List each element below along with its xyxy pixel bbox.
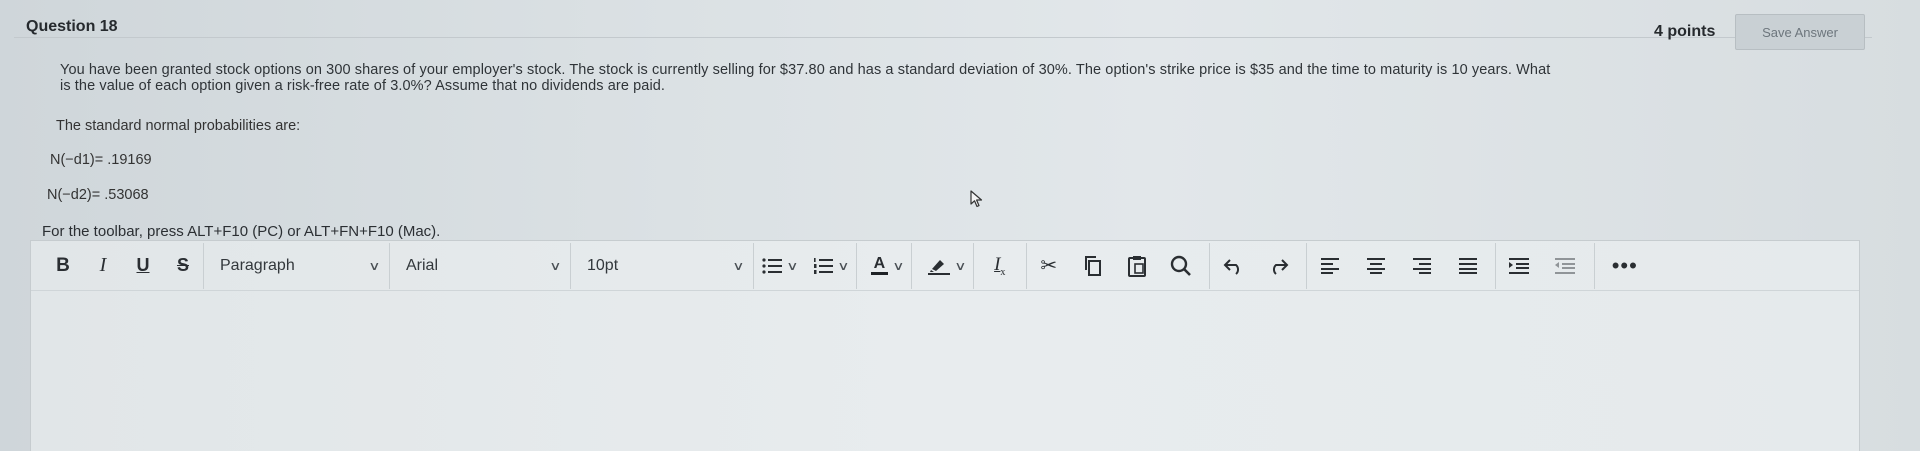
italic-button[interactable]: I	[83, 249, 123, 283]
answer-editor[interactable]: B I U S Paragraph ∨ Arial ∨ 10pt ∨ ∨ ∨ A…	[30, 240, 1860, 451]
paste-button[interactable]	[1115, 249, 1159, 283]
underline-button[interactable]: U	[123, 249, 163, 283]
toolbar-hint: For the toolbar, press ALT+F10 (PC) or A…	[42, 223, 441, 240]
indent-button[interactable]	[1496, 249, 1542, 283]
align-center-icon	[1366, 257, 1385, 274]
chevron-down-icon: ∨	[837, 258, 850, 273]
redo-button[interactable]	[1256, 249, 1302, 283]
bold-icon: B	[56, 254, 70, 276]
underline-icon: U	[136, 255, 150, 275]
copy-icon	[1084, 255, 1101, 276]
align-right-button[interactable]	[1399, 249, 1445, 283]
question-text: You have been granted stock options on 3…	[60, 62, 1840, 94]
chevron-down-icon: ∨	[549, 258, 562, 273]
clear-format-icon: Ix	[994, 253, 1006, 278]
font-size-label: 10pt	[587, 256, 619, 274]
more-icon: •••	[1611, 252, 1638, 278]
paragraph-label: Paragraph	[220, 256, 295, 274]
text-color-button[interactable]: A ∨	[857, 243, 911, 289]
outdent-icon	[1554, 257, 1575, 274]
paste-icon	[1127, 255, 1146, 277]
n-d2-value: N(−d2)= .53068	[47, 187, 149, 203]
chevron-down-icon: ∨	[732, 258, 745, 273]
align-center-button[interactable]	[1353, 249, 1399, 283]
outdent-button[interactable]	[1542, 249, 1588, 283]
chevron-down-icon: ∨	[892, 258, 905, 273]
copy-button[interactable]	[1071, 249, 1115, 283]
question-header: Question 18 4 points	[14, 14, 1872, 40]
align-right-icon	[1412, 257, 1431, 274]
font-family-dropdown[interactable]: Arial ∨	[390, 243, 570, 289]
align-left-icon	[1320, 257, 1339, 274]
strikethrough-icon: S	[176, 255, 189, 275]
chevron-down-icon: ∨	[368, 258, 381, 273]
mouse-cursor-icon	[970, 190, 983, 208]
question-title: Question 18	[26, 18, 118, 35]
align-left-button[interactable]	[1307, 249, 1353, 283]
highlight-icon	[927, 259, 950, 275]
question-text-line-1: You have been granted stock options on 3…	[60, 62, 1551, 78]
text-color-icon: A	[870, 256, 889, 275]
clear-format-button[interactable]: Ix	[974, 249, 1026, 283]
numbered-list-button[interactable]: ∨	[805, 243, 856, 289]
bold-button[interactable]: B	[43, 249, 83, 283]
bullet-list-icon	[762, 257, 782, 274]
question-points: 4 points	[1654, 23, 1716, 40]
undo-button[interactable]	[1210, 249, 1256, 283]
cut-button[interactable]: ✂	[1027, 249, 1071, 283]
chevron-down-icon: ∨	[786, 258, 799, 273]
n-d1-value: N(−d1)= .19169	[50, 152, 152, 168]
font-size-dropdown[interactable]: 10pt ∨	[571, 243, 753, 289]
numbered-list-icon	[813, 257, 833, 274]
more-options-button[interactable]: •••	[1595, 249, 1655, 283]
editor-toolbar: B I U S Paragraph ∨ Arial ∨ 10pt ∨ ∨ ∨ A…	[31, 241, 1859, 291]
paragraph-dropdown[interactable]: Paragraph ∨	[204, 243, 389, 289]
highlight-color-button[interactable]: ∨	[912, 243, 973, 289]
chevron-down-icon: ∨	[954, 258, 967, 273]
redo-icon	[1272, 258, 1289, 275]
question-text-line-2: is the value of each option given a risk…	[60, 78, 666, 94]
indent-icon	[1508, 257, 1529, 274]
search-icon	[1170, 255, 1191, 276]
bullet-list-button[interactable]: ∨	[754, 243, 805, 289]
search-button[interactable]	[1159, 249, 1203, 283]
italic-icon: I	[99, 254, 107, 276]
justify-button[interactable]	[1445, 249, 1491, 283]
undo-icon	[1223, 258, 1239, 275]
question-page: Question 18 4 points Save Answer You hav…	[0, 0, 1920, 451]
probabilities-intro: The standard normal probabilities are:	[56, 118, 301, 134]
justify-icon	[1458, 257, 1477, 274]
save-answer-button[interactable]: Save Answer	[1735, 14, 1865, 50]
strikethrough-button[interactable]: S	[163, 249, 203, 283]
font-family-label: Arial	[406, 256, 439, 274]
cut-icon: ✂	[1040, 255, 1058, 277]
